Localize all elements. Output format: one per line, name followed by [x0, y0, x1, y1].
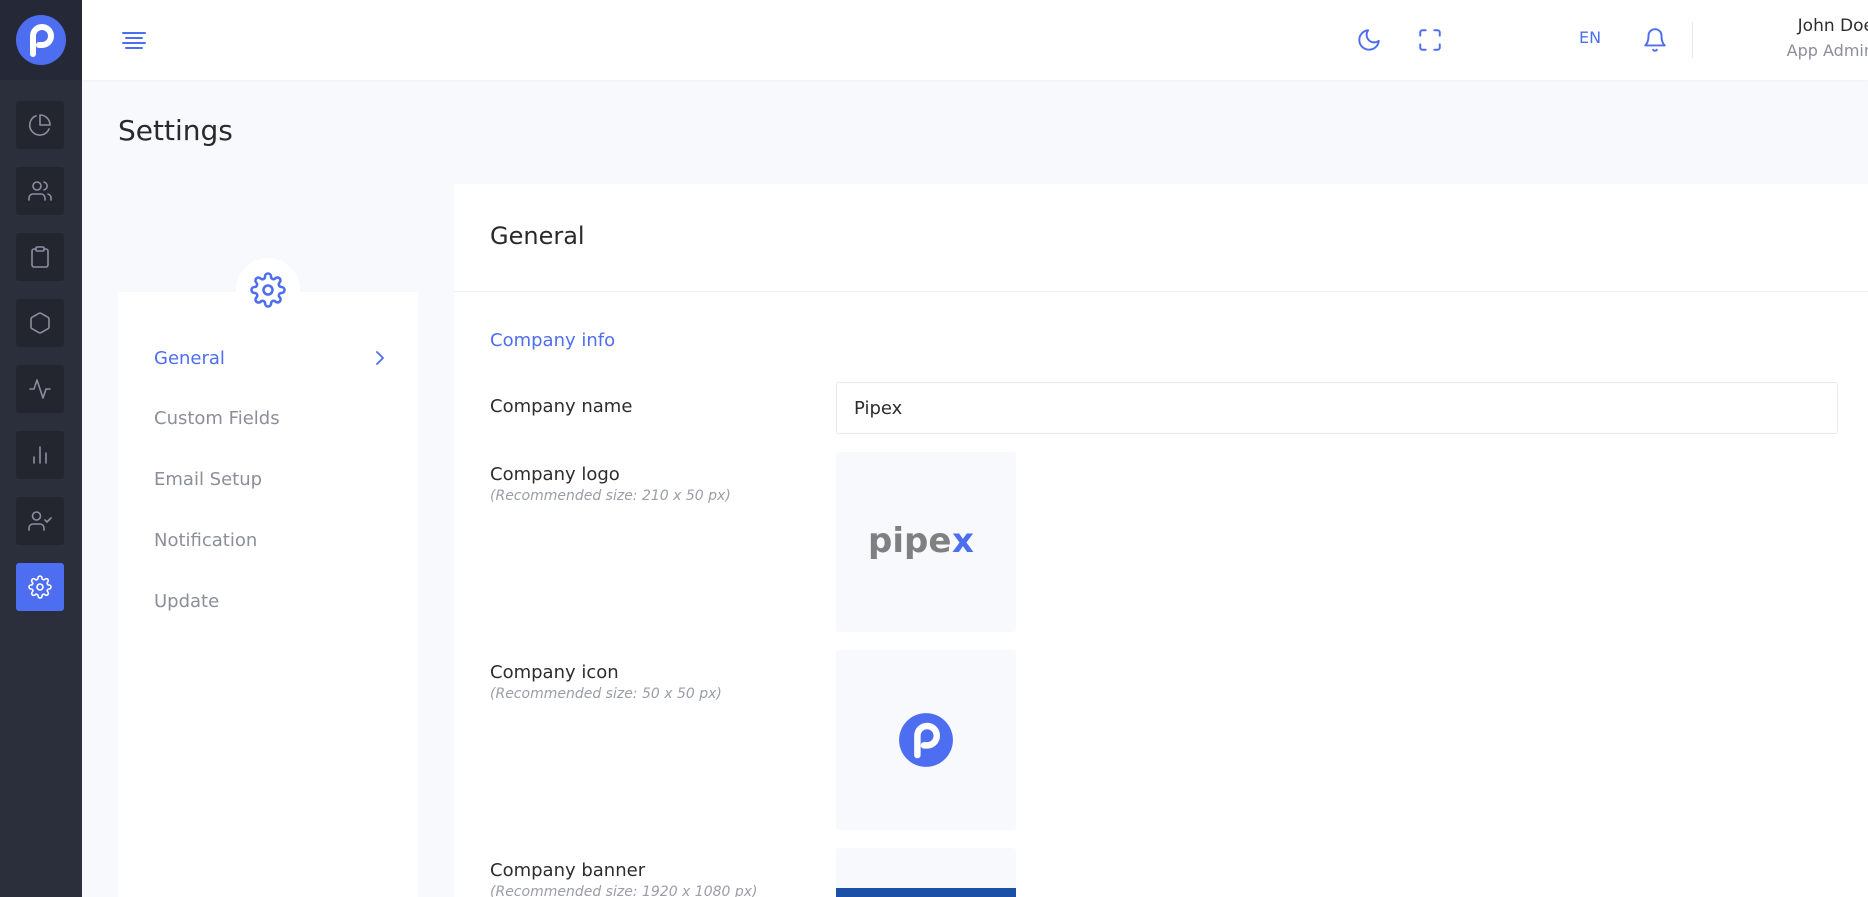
settings-icon [28, 575, 52, 599]
section-title: Company info [490, 330, 616, 351]
company-banner-upload[interactable] [836, 848, 1016, 897]
settings-nav-label: Update [154, 591, 220, 612]
menu-toggle-button[interactable] [120, 26, 148, 54]
company-icon-label: Company icon [490, 662, 619, 683]
app-rail [0, 0, 82, 897]
fullscreen-button[interactable] [1412, 22, 1448, 58]
menu-icon [122, 32, 146, 49]
rail-tasks-button[interactable] [16, 233, 64, 281]
pie-chart-icon [29, 114, 51, 136]
settings-gear-badge [236, 258, 300, 322]
pipex-logo-icon [16, 15, 66, 65]
settings-icon [250, 272, 286, 308]
settings-nav-label: Email Setup [154, 469, 263, 490]
app-logo[interactable] [0, 0, 82, 80]
company-icon-hint: (Recommended size: 50 x 50 px) [490, 686, 722, 702]
hexagon-icon [30, 312, 50, 334]
banner-preview [836, 888, 1016, 897]
company-icon-upload[interactable] [836, 650, 1016, 830]
card-header [454, 184, 1868, 292]
rail-users-button[interactable] [16, 167, 64, 215]
settings-nav-notification[interactable]: Notification [154, 530, 384, 551]
user-name[interactable]: John Doe [1714, 16, 1868, 36]
fullscreen-icon [1419, 29, 1441, 51]
general-settings-card: General Company info Company name Compan… [454, 184, 1868, 897]
user-role: App Admin [1786, 41, 1868, 60]
settings-nav-update[interactable]: Update [154, 591, 384, 612]
rail-products-button[interactable] [16, 299, 64, 347]
rail-reports-button[interactable] [16, 431, 64, 479]
settings-nav-card: General Custom Fields Email Setup Notifi… [118, 184, 418, 897]
rail-roles-button[interactable] [16, 497, 64, 545]
moon-icon [1358, 29, 1380, 51]
logo-wordmark-x: x [952, 522, 974, 561]
top-bar: EN John Doe App Admin [82, 0, 1868, 80]
bell-icon [1644, 28, 1666, 52]
company-name-input[interactable] [836, 382, 1838, 434]
page-title: Settings [118, 114, 233, 147]
notifications-button[interactable] [1637, 22, 1673, 58]
settings-nav-general[interactable]: General [154, 348, 384, 369]
company-logo-upload[interactable]: pipe x [836, 452, 1016, 632]
rail-settings-button[interactable] [16, 563, 64, 611]
chevron-right-icon [376, 351, 384, 365]
rail-dashboard-button[interactable] [16, 101, 64, 149]
settings-nav-custom-fields[interactable]: Custom Fields [154, 408, 384, 429]
company-banner-label: Company banner [490, 860, 646, 881]
user-check-icon [28, 511, 52, 531]
language-selector[interactable]: EN [1579, 28, 1601, 47]
settings-nav-label: Notification [154, 530, 258, 551]
clipboard-icon [31, 246, 49, 268]
logo-wordmark: pipe [868, 522, 951, 561]
settings-nav-label: General [154, 348, 225, 369]
settings-nav-label: Custom Fields [154, 408, 280, 429]
topbar-divider [1692, 22, 1693, 58]
settings-nav-email-setup[interactable]: Email Setup [154, 469, 384, 490]
company-logo-hint: (Recommended size: 210 x 50 px) [490, 488, 731, 504]
activity-icon [29, 379, 51, 399]
company-logo-label: Company logo [490, 464, 620, 485]
company-name-label: Company name [490, 396, 633, 417]
company-banner-hint: (Recommended size: 1920 x 1080 px) [490, 884, 758, 897]
pipex-icon-logo [899, 713, 953, 767]
dark-mode-button[interactable] [1351, 22, 1387, 58]
rail-activity-button[interactable] [16, 365, 64, 413]
bar-chart-icon [33, 446, 47, 464]
users-icon [28, 181, 52, 201]
pipex-wordmark-logo: pipe x [868, 522, 974, 561]
card-title: General [490, 222, 585, 250]
